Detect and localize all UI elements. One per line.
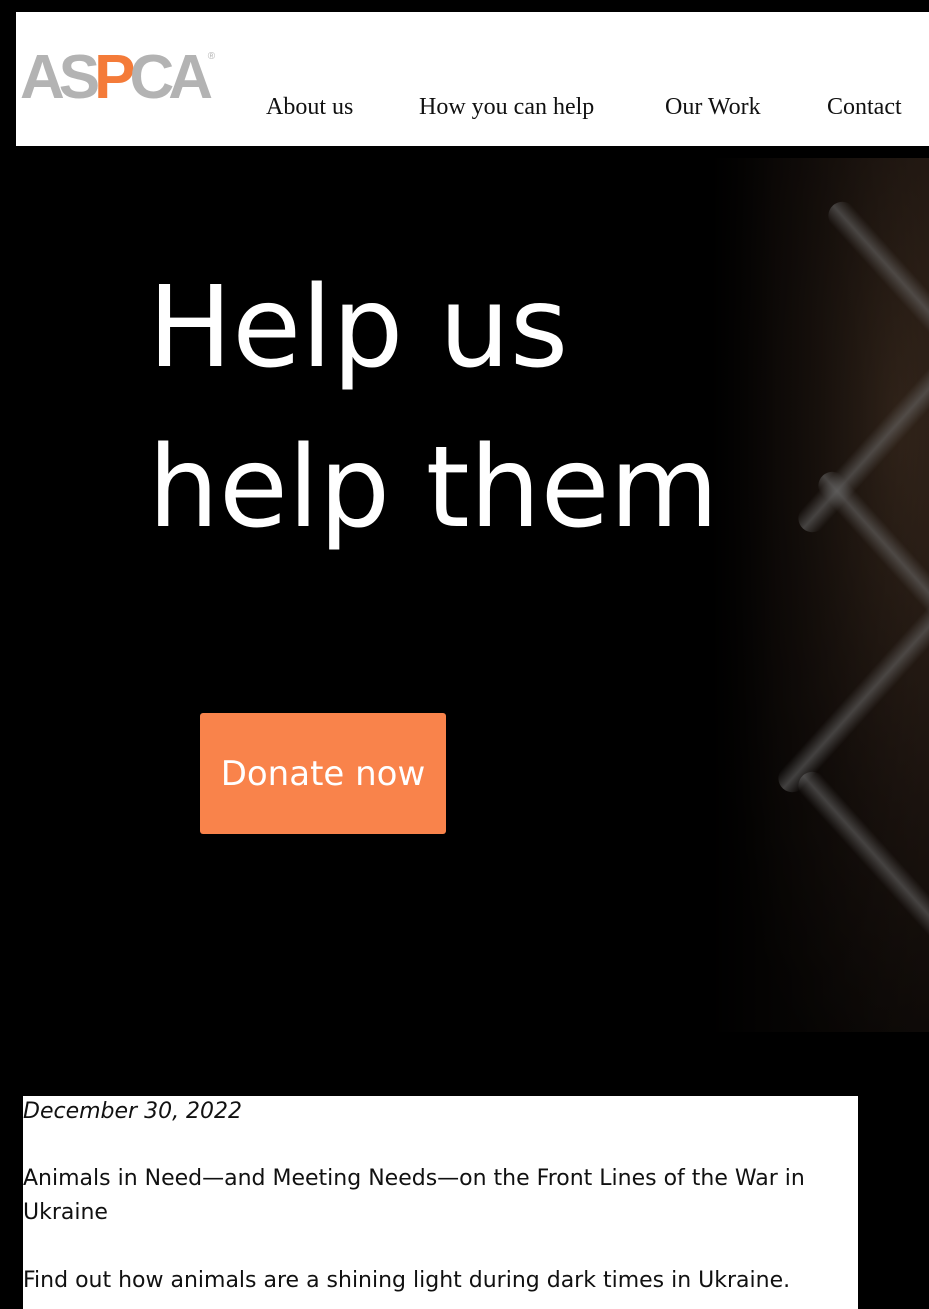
nav-contact[interactable]: Contact	[827, 92, 902, 122]
nav-about-us[interactable]: About us	[266, 92, 353, 122]
hero-banner: Help us help them Donate now	[0, 158, 929, 1032]
news-description: Find out how animals are a shining light…	[23, 1268, 791, 1293]
news-title-link[interactable]: Animals in Need—and Meeting Needs—on the…	[23, 1162, 858, 1230]
hero-headline-line-2: help them	[148, 423, 719, 553]
registered-mark: ®	[207, 51, 216, 62]
nav-how-you-can-help[interactable]: How you can help	[419, 92, 594, 122]
main-nav: About us How you can help Our Work Conta…	[16, 92, 929, 124]
news-date: December 30, 2022	[23, 1099, 243, 1124]
hero-headline: Help us help them	[148, 248, 719, 568]
nav-our-work[interactable]: Our Work	[665, 92, 761, 122]
hero-headline-line-1: Help us	[148, 263, 569, 393]
news-card: December 30, 2022 Animals in Need—and Me…	[23, 1096, 858, 1309]
site-header: ASPCA ® About us How you can help Our Wo…	[16, 12, 929, 146]
donate-now-button[interactable]: Donate now	[200, 713, 446, 834]
